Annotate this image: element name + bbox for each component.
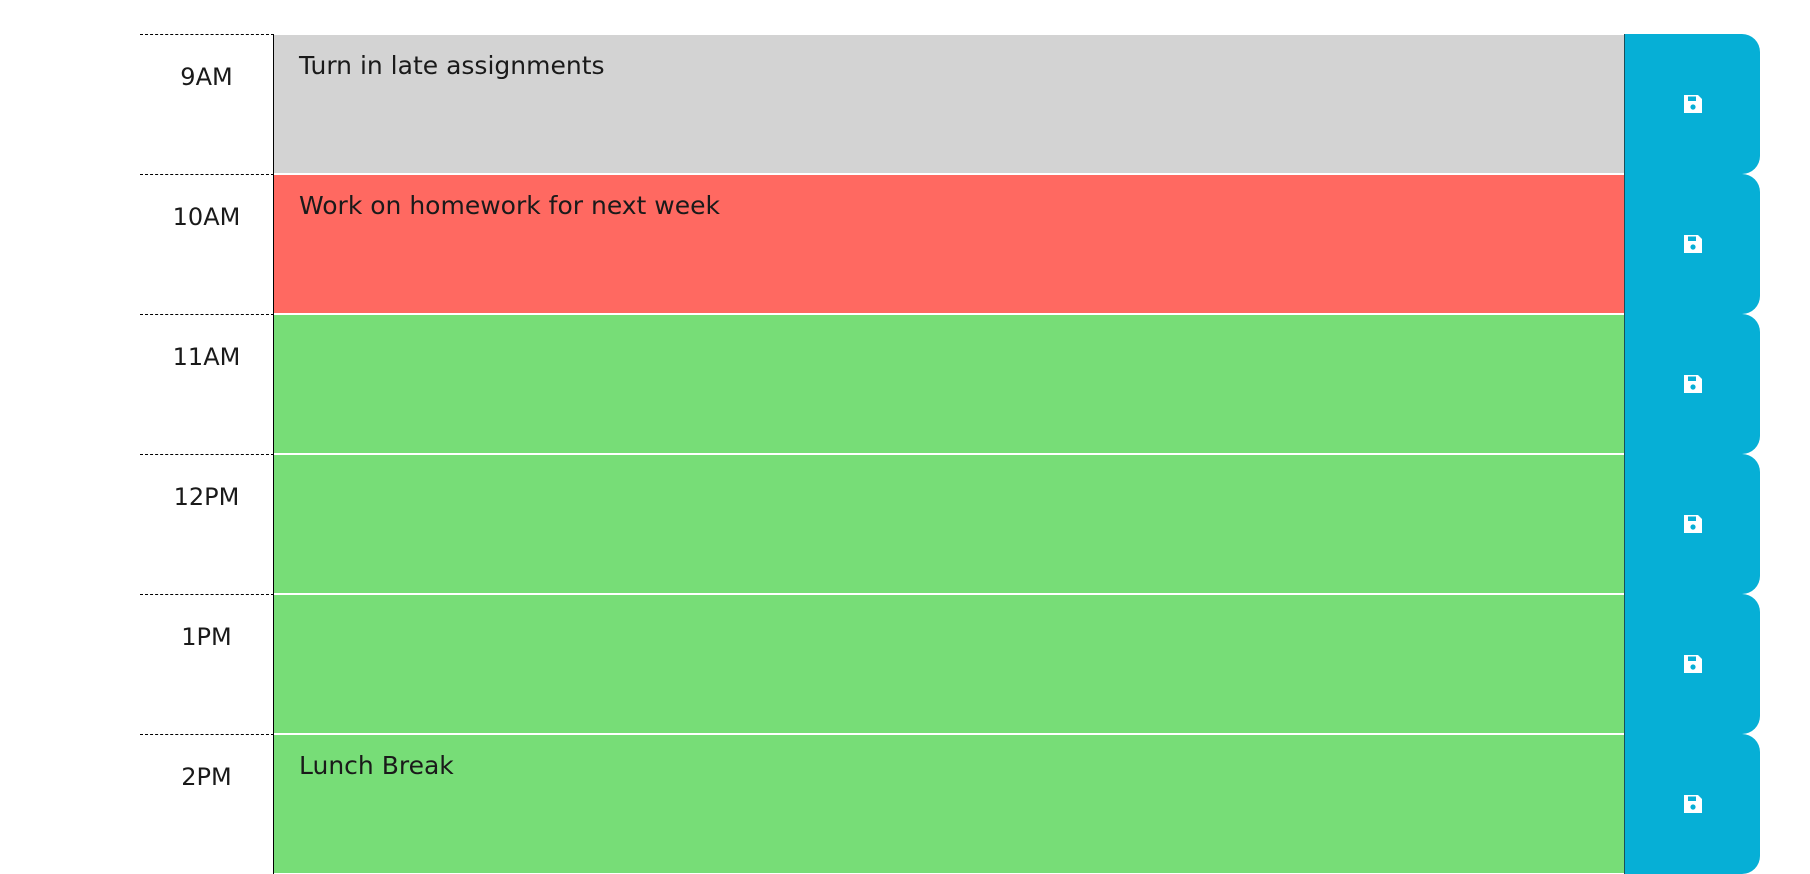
hour-label: 9AM <box>140 34 274 174</box>
save-button[interactable] <box>1624 174 1760 314</box>
save-button[interactable] <box>1624 734 1760 874</box>
floppy-disk-icon <box>1681 92 1705 116</box>
hour-label: 12PM <box>140 454 274 594</box>
hour-label: 2PM <box>140 734 274 874</box>
floppy-disk-icon <box>1681 792 1705 816</box>
hour-label: 11AM <box>140 314 274 454</box>
floppy-disk-icon <box>1681 512 1705 536</box>
description-textarea[interactable]: Lunch Break <box>274 734 1624 874</box>
time-block: 9AM Turn in late assignments <box>140 34 1760 174</box>
save-button[interactable] <box>1624 34 1760 174</box>
description-textarea[interactable] <box>274 594 1624 734</box>
description-textarea[interactable] <box>274 314 1624 454</box>
time-block: 1PM <box>140 594 1760 734</box>
save-button[interactable] <box>1624 314 1760 454</box>
floppy-disk-icon <box>1681 652 1705 676</box>
description-textarea[interactable] <box>274 454 1624 594</box>
time-block-list: 9AM Turn in late assignments 10AM Work o… <box>140 34 1760 874</box>
time-block: 10AM Work on homework for next week <box>140 174 1760 314</box>
time-block: 2PM Lunch Break <box>140 734 1760 874</box>
save-button[interactable] <box>1624 454 1760 594</box>
floppy-disk-icon <box>1681 372 1705 396</box>
time-block: 12PM <box>140 454 1760 594</box>
floppy-disk-icon <box>1681 232 1705 256</box>
hour-label: 10AM <box>140 174 274 314</box>
save-button[interactable] <box>1624 594 1760 734</box>
hour-label: 1PM <box>140 594 274 734</box>
description-textarea[interactable]: Turn in late assignments <box>274 34 1624 174</box>
time-block: 11AM <box>140 314 1760 454</box>
description-textarea[interactable]: Work on homework for next week <box>274 174 1624 314</box>
